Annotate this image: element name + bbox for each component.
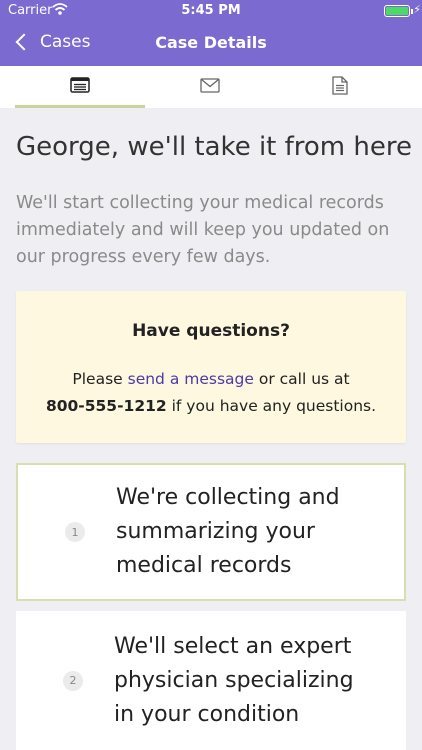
step-line: physician specializing bbox=[114, 667, 354, 693]
battery-icon bbox=[384, 5, 410, 17]
questions-card: Have questions? Please send a message or… bbox=[16, 291, 406, 443]
list-icon bbox=[70, 77, 90, 97]
step-line: medical records bbox=[116, 553, 292, 578]
send-message-link[interactable]: send a message bbox=[128, 370, 254, 388]
intro-text: We'll start collecting your medical reco… bbox=[16, 193, 390, 267]
tab-documents[interactable] bbox=[275, 66, 405, 108]
step-line: in your condition bbox=[114, 701, 300, 727]
navigation-bar: Cases Case Details bbox=[0, 22, 422, 66]
greeting-heading: George, we'll take it from here bbox=[16, 132, 412, 162]
step-line: We'll select an expert bbox=[114, 633, 352, 659]
tab-details[interactable] bbox=[15, 66, 145, 108]
step-card-1[interactable]: 1 We're collecting and summarizing your … bbox=[16, 463, 406, 601]
page-title: Case Details bbox=[155, 33, 267, 52]
step-number-badge: 1 bbox=[65, 522, 85, 542]
app-header: Carrier 5:45 PM ⚡ Cases Case Details bbox=[0, 0, 422, 66]
phone-number-link[interactable]: 800-555-1212 bbox=[46, 397, 167, 415]
questions-prefix: Please bbox=[72, 370, 128, 388]
questions-body: Please send a message or call us at 800-5… bbox=[26, 366, 396, 420]
step-description: We'll select an expert physician special… bbox=[114, 630, 354, 732]
step-card-2[interactable]: 2 We'll select an expert physician speci… bbox=[16, 611, 406, 750]
envelope-icon bbox=[200, 77, 220, 97]
questions-title: Have questions? bbox=[132, 321, 290, 341]
step-description: We're collecting and summarizing your me… bbox=[116, 481, 340, 583]
charging-icon: ⚡ bbox=[413, 3, 421, 16]
document-icon bbox=[332, 75, 348, 99]
status-bar: Carrier 5:45 PM ⚡ bbox=[0, 0, 422, 22]
questions-middle: or call us at bbox=[253, 370, 350, 388]
step-number-badge: 2 bbox=[63, 670, 83, 691]
step-line: summarizing your bbox=[116, 519, 315, 544]
clock: 5:45 PM bbox=[181, 3, 241, 18]
step-line: We're collecting and bbox=[116, 485, 340, 510]
questions-suffix: if you have any questions. bbox=[166, 397, 377, 415]
tab-bar bbox=[0, 66, 422, 108]
tab-messages[interactable] bbox=[145, 66, 275, 108]
